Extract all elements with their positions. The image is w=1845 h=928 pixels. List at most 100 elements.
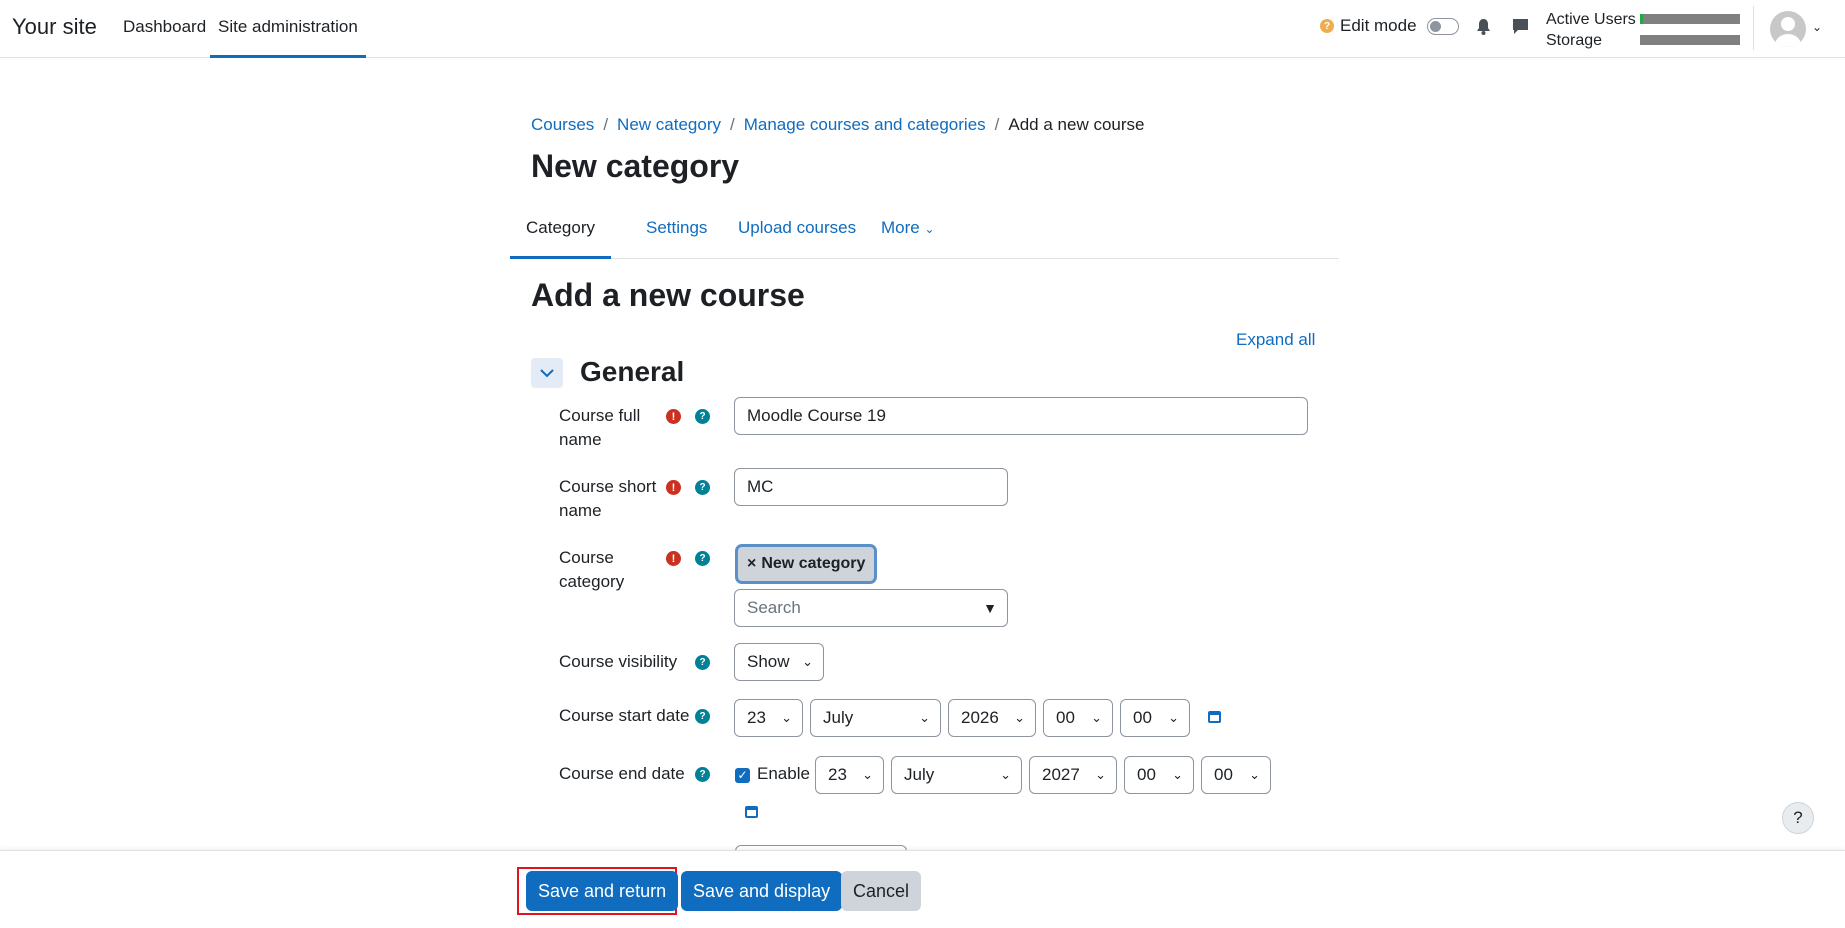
required-icon: !	[666, 551, 681, 566]
nav-divider	[1753, 6, 1754, 50]
page-title: New category	[531, 148, 740, 184]
category-search-placeholder: Search	[747, 598, 801, 617]
help-icon[interactable]: ?	[695, 709, 710, 724]
visibility-select[interactable]: Show ⌄	[734, 643, 824, 681]
visibility-value: Show	[747, 652, 790, 671]
chevron-down-icon	[540, 368, 554, 377]
chevron-down-icon: ⌄	[1091, 710, 1102, 725]
site-brand[interactable]: Your site	[12, 14, 97, 40]
tab-more-label: More	[881, 218, 920, 237]
edit-mode-label: Edit mode	[1340, 16, 1417, 35]
end-year-value: 2027	[1042, 765, 1080, 784]
tab-more[interactable]: More ⌄	[881, 218, 935, 259]
breadcrumb-current: Add a new course	[1008, 115, 1145, 134]
chevron-down-icon: ⌄	[781, 710, 792, 725]
required-icon: !	[666, 409, 681, 424]
start-minute-select[interactable]: 00 ⌄	[1120, 699, 1190, 737]
visibility-label: Course visibility	[559, 652, 678, 671]
active-users-label: Active Users	[1546, 11, 1636, 28]
shortname-label: Course short name	[559, 477, 657, 520]
fullname-input[interactable]: Moodle Course 19	[734, 397, 1308, 435]
dropdown-arrow-icon[interactable]: ▼	[983, 590, 997, 626]
edit-mode-toggle[interactable]	[1426, 17, 1459, 35]
category-search-input[interactable]: Search ▼	[734, 589, 1008, 627]
end-month-value: July	[904, 765, 935, 784]
start-month-select[interactable]: July ⌄	[810, 699, 941, 737]
end-minute-select[interactable]: 00 ⌄	[1201, 756, 1271, 794]
sticky-footer: Save and return Save and display Cancel	[0, 850, 1845, 928]
end-day-select[interactable]: 23 ⌄	[815, 756, 884, 794]
category-tag[interactable]: × New category	[735, 544, 878, 584]
tab-category[interactable]: Category	[510, 218, 611, 259]
chevron-down-icon: ⌄	[802, 654, 813, 669]
calendar-icon[interactable]	[745, 806, 758, 818]
end-month-select[interactable]: July ⌄	[891, 756, 1022, 794]
nav-dashboard[interactable]: Dashboard	[123, 17, 206, 58]
end-minute-value: 00	[1214, 765, 1233, 784]
shortname-input[interactable]: MC	[734, 468, 1008, 506]
start-day-select[interactable]: 23 ⌄	[734, 699, 803, 737]
fullname-label: Course full name	[559, 406, 641, 449]
storage-label: Storage	[1546, 32, 1603, 49]
usage-labels: Active Users Storage	[1546, 9, 1636, 51]
chevron-down-icon: ⌄	[924, 222, 935, 236]
chevron-down-icon: ⌄	[862, 767, 873, 782]
tab-settings[interactable]: Settings	[646, 218, 707, 259]
chevron-down-icon: ⌄	[1249, 767, 1260, 782]
start-day-value: 23	[747, 708, 766, 727]
help-icon[interactable]: ?	[695, 655, 710, 670]
page-help-button[interactable]: ?	[1782, 802, 1814, 834]
end-day-value: 23	[828, 765, 847, 784]
start-month-value: July	[823, 708, 854, 727]
category-tag-label: New category	[761, 555, 866, 572]
start-year-value: 2026	[961, 708, 999, 727]
chevron-down-icon: ⌄	[1000, 767, 1011, 782]
bell-icon[interactable]	[1476, 18, 1491, 35]
help-icon[interactable]: ?	[695, 551, 710, 566]
secondary-navigation: Category Settings Upload courses More ⌄	[510, 208, 1339, 259]
start-hour-value: 00	[1056, 708, 1075, 727]
storage-bar	[1640, 35, 1740, 45]
usage-bars	[1640, 14, 1740, 56]
save-and-display-button[interactable]: Save and display	[681, 871, 843, 911]
end-hour-value: 00	[1137, 765, 1156, 784]
end-hour-select[interactable]: 00 ⌄	[1124, 756, 1194, 794]
start-year-select[interactable]: 2026 ⌄	[948, 699, 1036, 737]
end-year-select[interactable]: 2027 ⌄	[1029, 756, 1117, 794]
breadcrumb-separator: /	[729, 115, 735, 134]
tab-upload-courses[interactable]: Upload courses	[738, 218, 856, 259]
start-minute-value: 00	[1133, 708, 1152, 727]
breadcrumb-courses[interactable]: Courses	[531, 115, 594, 135]
calendar-icon[interactable]	[1208, 711, 1221, 723]
nav-site-administration[interactable]: Site administration	[210, 17, 366, 58]
chat-icon[interactable]	[1512, 18, 1529, 35]
chevron-down-icon: ⌄	[1095, 767, 1106, 782]
section-collapse-toggle[interactable]	[531, 358, 563, 388]
top-navbar: Your site Dashboard Site administration …	[0, 0, 1845, 58]
remove-tag-icon[interactable]: ×	[747, 555, 756, 572]
breadcrumb-new-category[interactable]: New category	[617, 115, 721, 135]
chevron-down-icon: ⌄	[1014, 710, 1025, 725]
edit-mode-control[interactable]: ? Edit mode	[1320, 16, 1459, 36]
expand-all-link[interactable]: Expand all	[1236, 330, 1315, 350]
cancel-button[interactable]: Cancel	[841, 871, 922, 911]
chevron-down-icon: ⌄	[1168, 710, 1179, 725]
end-date-label: Course end date	[559, 764, 685, 783]
breadcrumb-manage-courses[interactable]: Manage courses and categories	[744, 115, 986, 135]
edit-mode-help-icon[interactable]: ?	[1320, 19, 1334, 33]
category-label: Course category	[559, 548, 625, 591]
save-and-return-button[interactable]: Save and return	[526, 871, 679, 911]
required-icon: !	[666, 480, 681, 495]
help-icon[interactable]: ?	[695, 767, 710, 782]
chevron-down-icon: ⌄	[919, 710, 930, 725]
end-date-enable-label: Enable	[757, 764, 810, 783]
section-title-general: General	[580, 356, 685, 387]
end-date-enable-checkbox[interactable]: ✓	[735, 768, 750, 783]
user-avatar[interactable]	[1770, 11, 1806, 47]
help-icon[interactable]: ?	[695, 409, 710, 424]
start-date-label: Course start date	[559, 706, 690, 725]
breadcrumb-separator: /	[603, 115, 609, 134]
start-hour-select[interactable]: 00 ⌄	[1043, 699, 1113, 737]
help-icon[interactable]: ?	[695, 480, 710, 495]
chevron-down-icon[interactable]: ⌄	[1812, 20, 1822, 34]
